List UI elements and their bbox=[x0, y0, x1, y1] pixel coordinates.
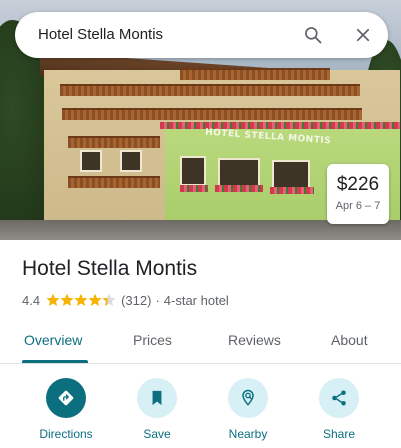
nearby-icon bbox=[228, 378, 268, 418]
tab-bar: Overview Prices Reviews About bbox=[0, 322, 401, 364]
separator: · bbox=[155, 292, 160, 308]
star-rating bbox=[46, 293, 116, 307]
star-icon bbox=[46, 293, 60, 306]
star-icon bbox=[102, 293, 116, 306]
photo-window bbox=[272, 160, 310, 190]
save-label: Save bbox=[143, 427, 171, 441]
directions-icon bbox=[46, 378, 86, 418]
photo-flowers bbox=[180, 185, 208, 192]
search-icon[interactable] bbox=[301, 23, 325, 47]
photo-window bbox=[120, 150, 142, 172]
photo-flowers bbox=[270, 187, 314, 194]
close-icon[interactable] bbox=[351, 23, 375, 47]
price-dates: Apr 6 – 7 bbox=[335, 200, 381, 212]
place-title: Hotel Stella Montis bbox=[22, 257, 198, 280]
share-label: Share bbox=[322, 427, 356, 441]
tab-overview[interactable]: Overview bbox=[24, 332, 82, 348]
nearby-label: Nearby bbox=[228, 427, 268, 441]
tab-prices[interactable]: Prices bbox=[133, 332, 172, 348]
search-bar[interactable]: Hotel Stella Montis bbox=[15, 12, 388, 58]
photo-balcony bbox=[68, 176, 160, 188]
star-icon bbox=[60, 293, 74, 306]
search-input[interactable]: Hotel Stella Montis bbox=[38, 26, 163, 43]
tab-about[interactable]: About bbox=[331, 332, 368, 348]
share-button[interactable]: Share bbox=[299, 378, 379, 442]
bookmark-icon bbox=[137, 378, 177, 418]
photo-flowers bbox=[215, 185, 263, 192]
save-button[interactable]: Save bbox=[117, 378, 197, 442]
active-tab-indicator bbox=[22, 360, 88, 363]
directions-button[interactable]: Directions bbox=[26, 378, 106, 442]
photo-window bbox=[218, 158, 260, 188]
star-icon bbox=[88, 293, 102, 306]
price-amount: $226 bbox=[336, 174, 380, 195]
photo-window bbox=[80, 150, 102, 172]
rating-value: 4.4 bbox=[22, 292, 41, 308]
review-count: (312) bbox=[121, 292, 152, 308]
share-icon bbox=[319, 378, 359, 418]
tab-reviews[interactable]: Reviews bbox=[228, 332, 281, 348]
star-icon bbox=[74, 293, 88, 306]
place-category: 4-star hotel bbox=[163, 292, 229, 308]
price-chip[interactable]: $226 Apr 6 – 7 bbox=[327, 164, 389, 224]
photo-balcony bbox=[180, 68, 330, 80]
photo-window bbox=[180, 156, 206, 186]
photo-flowers bbox=[160, 122, 400, 129]
directions-label: Directions bbox=[39, 427, 93, 441]
photo-balcony bbox=[68, 136, 160, 148]
photo-balcony bbox=[62, 108, 362, 120]
photo-balcony bbox=[60, 84, 360, 96]
rating-row[interactable]: 4.4 (312) · 4-star hotel bbox=[22, 292, 229, 308]
nearby-button[interactable]: Nearby bbox=[208, 378, 288, 442]
